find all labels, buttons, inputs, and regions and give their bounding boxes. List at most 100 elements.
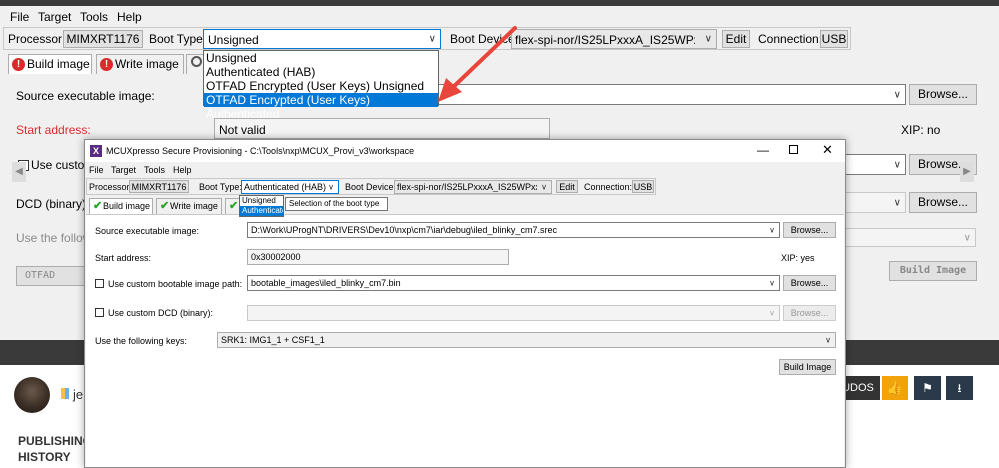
win-boot-type-value: Authenticated (HAB)	[244, 182, 327, 192]
win-boot-type-dropdown: Unsigned Authenticated (HAB)	[239, 195, 284, 217]
user-badge-icon	[61, 388, 69, 399]
tooltip-text: Selection of the boot type	[289, 199, 380, 208]
win-menu-bar: File Target Tools Help	[85, 163, 845, 177]
scroll-left-arrow[interactable]: ◀	[12, 162, 26, 182]
publishing-heading: PUBLISHING	[18, 434, 93, 448]
chevron-down-icon: ∨	[963, 232, 971, 243]
check-icon: ✔	[93, 200, 103, 212]
chevron-down-icon: ∨	[893, 197, 901, 208]
win-custom-dcd-label: Use custom DCD (binary):	[108, 308, 214, 318]
maximize-icon[interactable]	[789, 145, 798, 154]
bg-keys-select[interactable]: ∨	[838, 228, 976, 247]
bg-dcd-label: DCD (binary):	[16, 197, 90, 211]
win-menu-help[interactable]: Help	[173, 165, 192, 175]
minimize-icon[interactable]: —	[753, 143, 773, 157]
win-custom-dcd-browse-button[interactable]: Browse...	[783, 305, 836, 321]
win-keys-value: SRK1: IMG1_1 + CSF1_1	[221, 335, 325, 345]
win-browse-label: Browse...	[790, 308, 829, 318]
chevron-down-icon: ∨	[825, 335, 831, 345]
win-menu-tools[interactable]: Tools	[144, 165, 165, 175]
bg-browse-label: Browse...	[917, 87, 968, 101]
chevron-down-icon: ∨	[541, 182, 547, 192]
bg-edit-label: Edit	[725, 32, 747, 46]
window-title: MCUXpresso Secure Provisioning - C:\Tool…	[106, 146, 415, 156]
bg-menu-help[interactable]: Help	[117, 10, 142, 24]
bg-dropdown-option-unsigned[interactable]: Unsigned	[204, 51, 438, 65]
avatar[interactable]	[14, 377, 50, 413]
bg-otfad-button[interactable]: OTFAD Encry	[16, 266, 88, 286]
history-heading: HISTORY	[18, 450, 71, 464]
bg-boot-device-select[interactable]: flex-spi-nor/IS25LPxxxA_IS25WPxxxA ∨	[511, 29, 717, 49]
win-connection-button[interactable]: USB	[632, 180, 654, 193]
win-connection-label: Connection:	[584, 182, 633, 192]
bg-boot-device-value: flex-spi-nor/IS25LPxxxA_IS25WPxxxA	[515, 33, 695, 47]
bg-edit-button[interactable]: Edit	[722, 30, 750, 48]
win-start-address-value: 0x30002000	[251, 252, 301, 262]
win-source-label: Source executable image:	[95, 226, 200, 236]
bg-dcd-browse-button[interactable]: Browse...	[909, 192, 977, 213]
close-icon[interactable]: ✕	[822, 142, 833, 158]
bg-custom-input[interactable]: ∨	[838, 154, 906, 175]
win-custom-dcd-checkbox[interactable]	[95, 308, 104, 317]
bg-tab-build-image[interactable]: ! Build image	[8, 54, 92, 74]
thumbs-up-button[interactable]: 👍	[882, 376, 908, 400]
username[interactable]: je	[73, 387, 83, 402]
chevron-down-icon: ∨	[769, 308, 775, 318]
win-custom-boot-label: Use custom bootable image path:	[108, 279, 243, 289]
win-processor-label: Processor:	[89, 182, 133, 192]
warning-icon: !	[100, 58, 113, 71]
win-keys-select[interactable]: SRK1: IMG1_1 + CSF1_1 ∨	[217, 332, 836, 348]
download-button[interactable]: ⭳	[946, 376, 973, 400]
scroll-right-arrow[interactable]: ▶	[960, 162, 974, 182]
win-custom-boot-value: bootable_images\iled_blinky_cm7.bin	[251, 278, 401, 288]
bg-build-image-label: Build Image	[899, 265, 967, 276]
bg-boot-type-select[interactable]: Unsigned ∨	[203, 29, 441, 49]
win-custom-dcd-input[interactable]: ∨	[247, 305, 780, 321]
mcuxpresso-window: X MCUXpresso Secure Provisioning - C:\To…	[84, 139, 846, 468]
win-dropdown-option-unsigned[interactable]: Unsigned	[240, 196, 283, 206]
bg-menu-target[interactable]: Target	[38, 10, 71, 24]
bg-dropdown-option-hab[interactable]: Authenticated (HAB)	[204, 65, 438, 79]
win-processor-button[interactable]: MIMXRT1176	[129, 180, 189, 193]
bg-menu-file[interactable]: File	[10, 10, 29, 24]
bg-processor-button[interactable]: MIMXRT1176	[63, 30, 143, 48]
win-menu-file[interactable]: File	[89, 165, 104, 175]
win-build-panel: Source executable image: D:\Work\UProgNT…	[86, 214, 844, 467]
download-icon: ⭳	[957, 381, 962, 395]
bg-connection-button[interactable]: USB	[820, 30, 848, 48]
win-custom-boot-input[interactable]: bootable_images\iled_blinky_cm7.bin ∨	[247, 275, 780, 291]
flag-button[interactable]: ⚑	[914, 376, 941, 400]
win-source-browse-button[interactable]: Browse...	[783, 222, 836, 238]
bg-start-address-label: Start address:	[16, 123, 91, 137]
win-build-image-button[interactable]: Build Image	[779, 359, 836, 375]
bg-tab-write-label: Write image	[115, 57, 179, 71]
bg-dropdown-option-otfad-authenticated[interactable]: OTFAD Encrypted (User Keys) Authenticate…	[204, 93, 438, 121]
boot-type-tooltip: Selection of the boot type	[285, 197, 388, 211]
win-boot-device-label: Boot Device:	[345, 182, 397, 192]
chevron-down-icon: ∨	[769, 225, 775, 235]
win-tab-build-image[interactable]: ✔ Build image	[89, 198, 153, 214]
win-edit-button[interactable]: Edit	[556, 180, 578, 193]
thumbs-up-icon: 👍	[886, 380, 904, 395]
bg-dropdown-option-otfad-unsigned[interactable]: OTFAD Encrypted (User Keys) Unsigned	[204, 79, 438, 93]
win-custom-boot-browse-button[interactable]: Browse...	[783, 275, 836, 291]
bg-start-address-value: Not valid	[219, 123, 266, 137]
bg-dcd-input[interactable]: ∨	[838, 192, 906, 213]
win-tab-write-image[interactable]: ✔ Write image	[156, 198, 222, 214]
bg-menu-tools[interactable]: Tools	[80, 10, 108, 24]
flag-icon: ⚑	[922, 381, 933, 395]
win-source-input[interactable]: D:\Work\UProgNT\DRIVERS\Dev10\nxp\cm7\ia…	[247, 222, 780, 238]
bg-tab-write-image[interactable]: ! Write image	[96, 54, 184, 74]
win-custom-boot-checkbox[interactable]	[95, 279, 104, 288]
bg-processor-value: MIMXRT1176	[66, 32, 140, 46]
win-dropdown-option-hab[interactable]: Authenticated (HAB)	[240, 206, 283, 216]
bg-otfad-label: OTFAD Encry	[25, 270, 56, 281]
win-menu-target[interactable]: Target	[111, 165, 136, 175]
bg-source-label: Source executable image:	[16, 89, 155, 103]
bg-build-image-button[interactable]: Build Image	[889, 261, 977, 281]
win-boot-device-value: flex-spi-nor/IS25LPxxxA_IS25WPxxxA	[397, 182, 537, 192]
win-boot-type-select[interactable]: Authenticated (HAB) ∨	[241, 180, 339, 194]
bg-source-browse-button[interactable]: Browse...	[909, 84, 977, 105]
win-boot-device-select[interactable]: flex-spi-nor/IS25LPxxxA_IS25WPxxxA ∨	[394, 180, 552, 194]
bg-connection-value: USB	[821, 32, 847, 46]
